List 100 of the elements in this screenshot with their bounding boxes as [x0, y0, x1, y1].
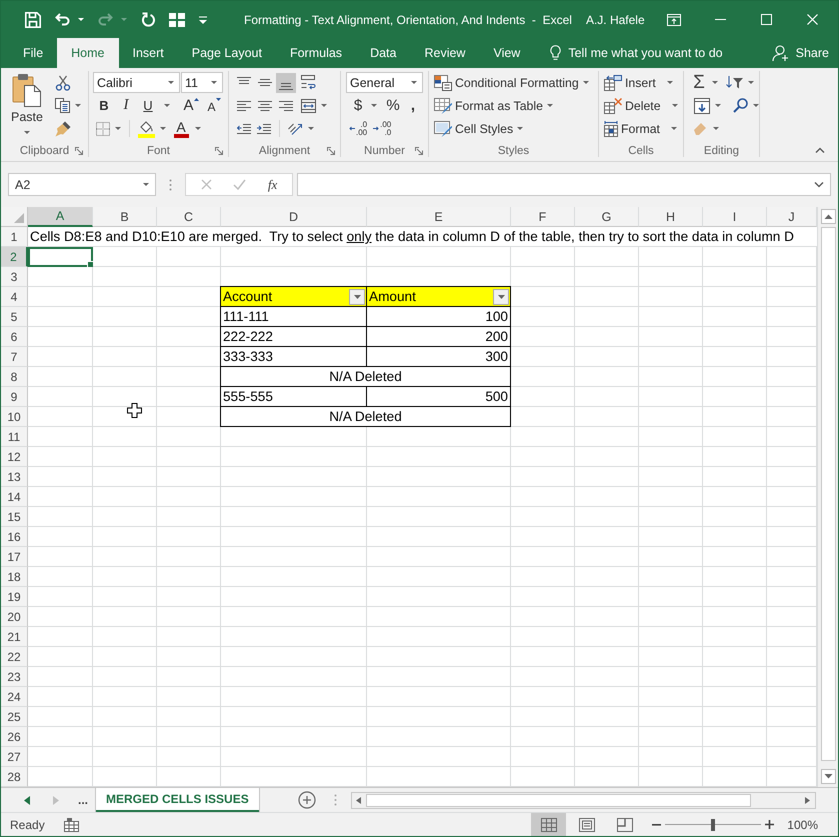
insert-function-button[interactable]: fx: [268, 176, 278, 192]
conditional-formatting-button[interactable]: Conditional Formatting: [434, 74, 589, 90]
ribbon-tab[interactable]: Review: [410, 38, 480, 68]
search-field[interactable]: Tell me what you want to do: [568, 46, 744, 60]
formula-field[interactable]: [297, 173, 831, 196]
autosum-button[interactable]: Σ: [691, 72, 707, 92]
search-icon[interactable]: [733, 98, 748, 113]
minus-icon[interactable]: [652, 824, 662, 826]
increase-indent-icon[interactable]: [257, 124, 271, 134]
column-header[interactable]: B: [93, 207, 157, 227]
column-header[interactable]: E: [367, 207, 511, 227]
column-header[interactable]: C: [157, 207, 221, 227]
underline-button[interactable]: U: [137, 94, 159, 116]
undo-icon[interactable]: [55, 13, 70, 26]
caret-icon[interactable]: [195, 127, 201, 130]
row-header[interactable]: 28: [1, 767, 28, 787]
copy-icon[interactable]: [55, 98, 70, 113]
dialog-launcher-icon[interactable]: [327, 146, 335, 154]
scissors-icon[interactable]: [55, 74, 71, 90]
row-header[interactable]: 10: [1, 407, 28, 427]
column-header[interactable]: J: [767, 207, 817, 227]
sheet-tab[interactable]: MERGED CELLS ISSUES: [96, 788, 259, 812]
column-header[interactable]: A: [28, 207, 93, 227]
format-cells-button[interactable]: Format: [604, 120, 677, 136]
save-icon[interactable]: [25, 12, 41, 28]
filter-button[interactable]: [349, 288, 365, 304]
chevron-up-icon[interactable]: [815, 147, 825, 153]
caret-icon[interactable]: [160, 127, 166, 130]
dialog-launcher-icon[interactable]: [415, 146, 423, 154]
row-header[interactable]: 11: [1, 427, 28, 447]
borders-icon[interactable]: [96, 122, 110, 136]
sheet-icon[interactable]: [64, 818, 79, 832]
wrap-text-icon[interactable]: [301, 75, 316, 90]
column-header[interactable]: D: [221, 207, 367, 227]
caret-icon[interactable]: [715, 104, 721, 107]
percent-button[interactable]: %: [385, 94, 401, 116]
row-header[interactable]: 26: [1, 727, 28, 747]
row-header[interactable]: 19: [1, 587, 28, 607]
customize-icon[interactable]: [199, 16, 207, 24]
name-box[interactable]: A2: [8, 173, 156, 196]
circular-arrow-icon[interactable]: [141, 12, 155, 27]
align-bottom-button[interactable]: [276, 72, 296, 92]
delete-cells-button[interactable]: Delete: [604, 98, 678, 114]
diagonal-arrow-icon[interactable]: [288, 122, 303, 135]
caret-icon[interactable]: [748, 81, 754, 84]
caret-icon[interactable]: [712, 81, 718, 84]
row-header[interactable]: 4: [1, 287, 28, 307]
row-header[interactable]: 14: [1, 487, 28, 507]
caret-icon[interactable]: [713, 127, 719, 130]
row-header[interactable]: 13: [1, 467, 28, 487]
comma-style-button[interactable]: ,: [405, 94, 421, 116]
row-header[interactable]: 12: [1, 447, 28, 467]
ribbon-tab[interactable]: View: [479, 38, 534, 68]
row-header[interactable]: 5: [1, 307, 28, 327]
caret-icon[interactable]: [411, 81, 417, 84]
row-header[interactable]: 17: [1, 547, 28, 567]
ribbon-tab[interactable]: Formulas: [276, 38, 356, 68]
chevron-down-icon[interactable]: [814, 182, 824, 188]
scroll-thumb[interactable]: [366, 794, 751, 806]
row-header[interactable]: 1: [1, 227, 28, 247]
font-color-button[interactable]: A: [172, 118, 190, 140]
number-format-field[interactable]: General: [346, 72, 423, 93]
caret-icon[interactable]: [308, 127, 314, 130]
font-name-field[interactable]: Calibri: [93, 72, 180, 93]
sort-filter-icon[interactable]: [726, 76, 743, 89]
caret-icon[interactable]: [115, 127, 121, 130]
decrease-decimal-button[interactable]: .00 .0: [373, 118, 392, 138]
bold-button[interactable]: B: [93, 94, 115, 116]
scroll-thumb[interactable]: [820, 227, 836, 761]
shrink-font-button[interactable]: A: [203, 94, 225, 116]
caret-icon[interactable]: [753, 104, 759, 107]
row-header[interactable]: 15: [1, 507, 28, 527]
caret-icon[interactable]: [143, 183, 149, 186]
column-header[interactable]: I: [703, 207, 767, 227]
currency-button[interactable]: $: [350, 94, 366, 116]
row-header[interactable]: 23: [1, 667, 28, 687]
italic-button[interactable]: I: [115, 94, 137, 116]
row-header[interactable]: 20: [1, 607, 28, 627]
column-header[interactable]: G: [575, 207, 639, 227]
increase-decimal-button[interactable]: .0 .00: [349, 118, 368, 138]
decrease-indent-icon[interactable]: [237, 124, 251, 134]
row-header[interactable]: 8: [1, 367, 28, 387]
user-name[interactable]: A.J. Hafele: [586, 12, 645, 26]
row-header[interactable]: 24: [1, 687, 28, 707]
cell-styles-button[interactable]: Cell Styles: [434, 120, 524, 136]
row-header[interactable]: 27: [1, 747, 28, 767]
row-header[interactable]: 6: [1, 327, 28, 347]
add-icon[interactable]: [298, 791, 316, 809]
share-button[interactable]: Share: [772, 38, 829, 68]
row-header[interactable]: 3: [1, 267, 28, 287]
row-header[interactable]: 9: [1, 387, 28, 407]
ribbon-tab[interactable]: Home: [57, 38, 118, 68]
row-header[interactable]: 7: [1, 347, 28, 367]
right-arrow-icon[interactable]: [805, 796, 810, 804]
vertical-scrollbar[interactable]: [817, 207, 838, 787]
caret-icon[interactable]: [168, 81, 174, 84]
paint-bucket-icon[interactable]: [138, 120, 155, 138]
plus-icon[interactable]: [765, 820, 774, 829]
dialog-launcher-icon[interactable]: [215, 146, 223, 154]
ribbon-tab[interactable]: File: [9, 38, 58, 68]
